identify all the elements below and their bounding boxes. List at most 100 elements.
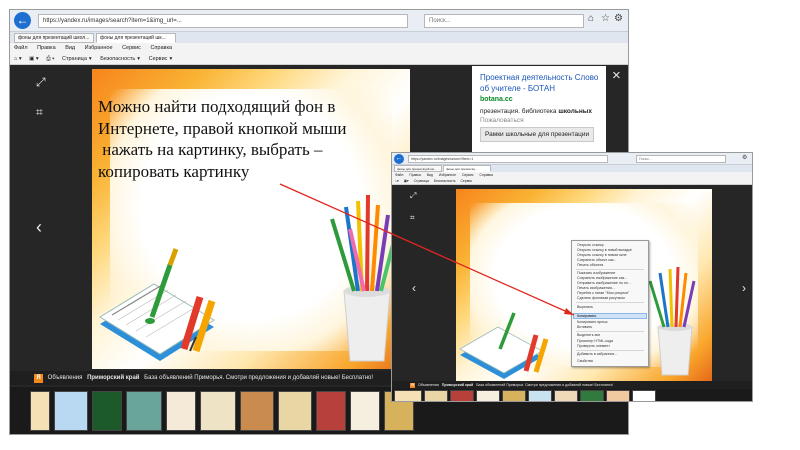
menu-help[interactable]: Справка xyxy=(150,43,172,53)
inset-tab-active[interactable]: фоны для презентац... xyxy=(443,165,491,172)
ctx-paste[interactable]: Вставить xyxy=(577,325,592,329)
inset-tab-row: фоны для презентаций шк... фоны для през… xyxy=(392,165,752,172)
thumbnail[interactable] xyxy=(126,391,162,431)
back-button[interactable]: ← xyxy=(14,12,31,29)
instruction-line-4: копировать картинку xyxy=(98,161,250,181)
expand-icon[interactable]: ⤢ xyxy=(36,75,46,90)
ctx-email-picture[interactable]: Отправить изображение по эл... xyxy=(577,281,631,285)
ctx-open-link-new-window[interactable]: Открыть ссылку в новом окне xyxy=(577,253,627,257)
thumbnail[interactable] xyxy=(200,391,236,431)
menu-view[interactable]: Вид xyxy=(65,43,75,53)
thumbnail[interactable] xyxy=(316,391,346,431)
tools-menu[interactable]: Сервис xyxy=(149,53,168,65)
inset-ad-site[interactable]: Приморский край xyxy=(442,383,473,387)
inset-gear-icon[interactable]: ⚙ xyxy=(742,154,747,161)
inset-prev-arrow-icon[interactable]: ‹ xyxy=(412,281,416,295)
inset-address-bar[interactable]: https://yandex.ru/images/search?item=1 xyxy=(408,155,608,163)
inset-search-input[interactable]: Поиск... xyxy=(636,155,726,163)
page-menu[interactable]: Страница xyxy=(62,53,87,65)
thumbnail[interactable] xyxy=(54,391,88,431)
ctx-inspect[interactable]: Проверить элемент xyxy=(577,344,610,348)
inset-thumbnail[interactable] xyxy=(502,390,526,401)
inset-thumbnail[interactable] xyxy=(476,390,500,401)
home-icon[interactable]: ⌂ xyxy=(588,13,594,24)
tab-search[interactable]: фоны для презентаций школ... xyxy=(14,33,94,43)
ctx-set-background[interactable]: Сделать фоновым рисунком xyxy=(577,296,625,300)
separator xyxy=(576,269,644,270)
favorites-star-icon[interactable]: ☆ xyxy=(601,13,610,24)
ctx-open-link-new-tab[interactable]: Открыть ссылку в новой вкладке xyxy=(577,248,632,252)
ctx-go-to-pictures[interactable]: Перейти к папке "Мои рисунки" xyxy=(577,291,629,295)
inset-page-menu[interactable]: Страница xyxy=(414,178,429,185)
side-ad-button[interactable]: Рамки школьные для презентации xyxy=(480,127,595,142)
address-bar[interactable]: https://yandex.ru/images/search?item=1&i… xyxy=(38,14,408,28)
home-command-icon[interactable]: ⌂ ▾ xyxy=(14,53,22,65)
separator xyxy=(576,302,644,303)
separator xyxy=(576,331,644,332)
gear-icon[interactable]: ⚙ xyxy=(614,13,623,24)
menu-favorites[interactable]: Избранное xyxy=(85,43,113,53)
tab-active[interactable]: фоны для презентаций шк... xyxy=(96,33,176,43)
menu-file[interactable]: Файл xyxy=(14,43,28,53)
safety-menu[interactable]: Безопасность xyxy=(100,53,135,65)
inset-feeds-icon[interactable]: ▣▾ xyxy=(404,178,409,185)
ctx-save-picture[interactable]: Сохранить изображение как... xyxy=(577,276,627,280)
separator xyxy=(576,350,644,351)
menu-bar: Файл Правка Вид Избранное Сервис Справка xyxy=(10,43,628,53)
inset-command-bar: ⌂▾ ▣▾ Страница Безопасность Сервис xyxy=(392,178,752,185)
instruction-text: Можно найти подходящий фон в Интернете, … xyxy=(98,96,398,182)
search-input[interactable]: Поиск... xyxy=(424,14,584,28)
inset-safety-menu[interactable]: Безопасность xyxy=(434,178,456,185)
inset-back-button[interactable]: ← xyxy=(394,154,404,164)
thumbnail[interactable] xyxy=(350,391,380,431)
ctx-copy[interactable]: Копировать xyxy=(577,314,596,318)
inset-thumbnail[interactable] xyxy=(394,390,422,401)
thumbnail[interactable] xyxy=(240,391,274,431)
inset-home-icon[interactable]: ⌂▾ xyxy=(395,178,399,185)
crop-icon[interactable]: ⌗ xyxy=(36,105,43,120)
inset-tools-menu[interactable]: Сервис xyxy=(460,178,472,185)
ctx-properties[interactable]: Свойства xyxy=(577,359,593,363)
ctx-view-source[interactable]: Просмотр HTML-кода xyxy=(577,339,613,343)
inset-tab-search[interactable]: фоны для презентаций шк... xyxy=(394,165,442,172)
thumbnail[interactable] xyxy=(278,391,312,431)
print-icon[interactable]: ⎙ ▾ xyxy=(46,53,54,65)
thumbnail[interactable] xyxy=(30,391,50,431)
ctx-save-target[interactable]: Сохранить объект как... xyxy=(577,258,617,262)
ctx-print-picture[interactable]: Печать изображения... xyxy=(577,286,615,290)
inset-ad-strip[interactable]: Я Объявления Приморский край База объявл… xyxy=(392,381,752,389)
tab-row: фоны для презентаций школ... фоны для пр… xyxy=(10,32,628,43)
ctx-show-picture[interactable]: Показать изображение xyxy=(577,271,615,275)
ctx-print-target[interactable]: Печать объекта xyxy=(577,263,603,267)
command-bar: ⌂ ▾ ▣ ▾ ⎙ ▾ Страница ▾ Безопасность ▾ Серв… xyxy=(10,53,628,65)
inset-next-arrow-icon[interactable]: › xyxy=(742,281,746,295)
menu-edit[interactable]: Правка xyxy=(37,43,56,53)
ctx-cut[interactable]: Вырезать xyxy=(577,305,593,309)
ctx-add-favorites[interactable]: Добавить в избранное... xyxy=(577,352,617,356)
side-ad-text: презентация. библиотека школьных Пожалов… xyxy=(480,108,592,124)
inset-thumbnail[interactable] xyxy=(580,390,604,401)
ad-site[interactable]: Приморский край xyxy=(87,375,139,381)
ctx-open-link[interactable]: Открыть ссылку xyxy=(577,243,604,247)
menu-tools[interactable]: Сервис xyxy=(122,43,141,53)
thumbnail[interactable] xyxy=(166,391,196,431)
prev-arrow-icon[interactable]: ‹ xyxy=(36,217,42,238)
inset-thumbnail[interactable] xyxy=(554,390,578,401)
side-ad-title[interactable]: Проектная деятельность Слово об учителе … xyxy=(480,72,602,94)
feeds-icon[interactable]: ▣ ▾ xyxy=(29,53,39,65)
inset-thumbnail[interactable] xyxy=(424,390,448,401)
inset-thumbnail[interactable] xyxy=(450,390,474,401)
inset-thumbnail[interactable] xyxy=(606,390,630,401)
inset-expand-icon[interactable]: ⤢ xyxy=(410,191,416,201)
close-icon[interactable]: × xyxy=(612,67,621,84)
inset-thumbnail[interactable] xyxy=(528,390,552,401)
ctx-select-all[interactable]: Выделить все xyxy=(577,333,600,337)
inset-thumbnail[interactable] xyxy=(632,390,656,401)
inset-ad-label: Объявления xyxy=(418,383,439,387)
inset-crop-icon[interactable]: ⌗ xyxy=(410,213,415,223)
ctx-copy-shortcut[interactable]: Копировать ярлык xyxy=(577,320,607,324)
side-ad[interactable]: Проектная деятельность Слово об учителе … xyxy=(472,66,606,166)
side-ad-domain[interactable]: botana.cc xyxy=(480,96,513,103)
thumbnail[interactable] xyxy=(92,391,122,431)
ad-mark-icon: Я xyxy=(34,374,43,383)
